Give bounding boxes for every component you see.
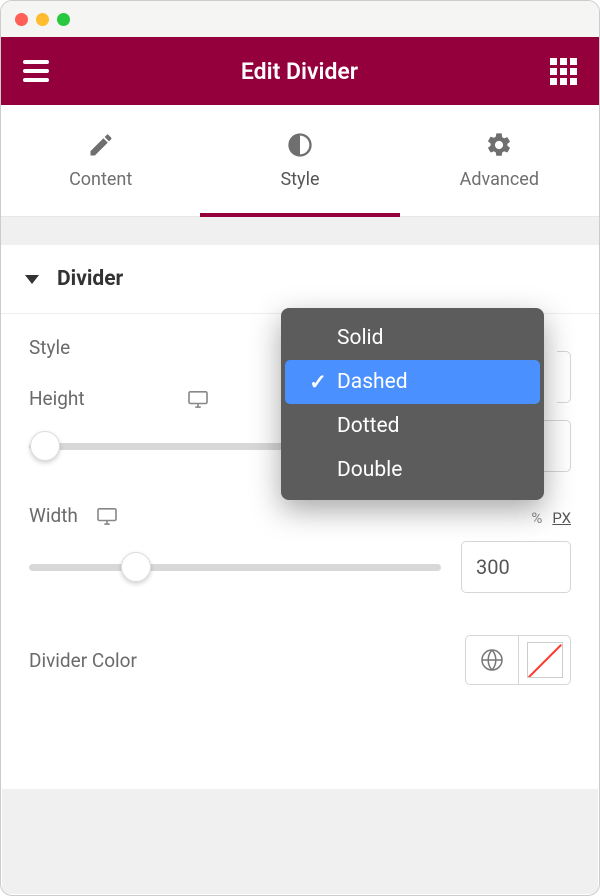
check-icon: ✓ — [307, 370, 329, 395]
editor-header: Edit Divider — [1, 37, 599, 105]
close-window-button[interactable] — [15, 13, 28, 26]
style-dropdown: Solid ✓ Dashed Dotted Double — [281, 308, 544, 500]
style-option-label: Dotted — [337, 414, 399, 438]
window-titlebar — [1, 1, 599, 37]
width-slider[interactable] — [29, 551, 441, 583]
width-row: Width % PX — [29, 504, 571, 527]
maximize-window-button[interactable] — [57, 13, 70, 26]
bottom-spacer — [2, 789, 598, 894]
style-option-double[interactable]: Double — [285, 448, 540, 492]
section-gap — [1, 217, 599, 245]
width-label: Width — [29, 504, 78, 527]
color-swatch-none — [527, 642, 563, 678]
style-select-edge[interactable] — [557, 351, 571, 403]
color-swatch-button[interactable] — [518, 636, 570, 684]
page-title: Edit Divider — [241, 58, 358, 85]
global-color-button[interactable] — [466, 636, 518, 684]
style-option-solid[interactable]: Solid — [285, 316, 540, 360]
style-option-label: Dashed — [337, 370, 408, 394]
contrast-icon — [286, 131, 314, 159]
widgets-grid-button[interactable] — [550, 58, 577, 85]
width-slider-row — [29, 541, 571, 593]
unit-px[interactable]: PX — [552, 509, 571, 527]
gear-icon — [485, 131, 513, 159]
tab-advanced[interactable]: Advanced — [400, 105, 599, 216]
section-divider-header[interactable]: Divider — [1, 245, 599, 314]
tab-style[interactable]: Style — [200, 105, 399, 216]
minimize-window-button[interactable] — [36, 13, 49, 26]
divider-color-controls — [465, 635, 571, 685]
desktop-icon[interactable] — [187, 390, 209, 408]
tab-advanced-label: Advanced — [460, 169, 539, 190]
style-label: Style — [29, 336, 179, 359]
tab-style-label: Style — [280, 169, 319, 190]
style-option-dotted[interactable]: Dotted — [285, 404, 540, 448]
style-option-dashed[interactable]: ✓ Dashed — [285, 360, 540, 404]
editor-window: Edit Divider Content Style Advanced Div — [0, 0, 600, 896]
editor-tabs: Content Style Advanced — [1, 105, 599, 217]
tab-content[interactable]: Content — [1, 105, 200, 216]
pencil-icon — [87, 131, 115, 159]
tab-content-label: Content — [69, 169, 132, 190]
caret-down-icon — [25, 275, 39, 284]
section-title: Divider — [57, 267, 123, 291]
style-option-label: Solid — [337, 326, 384, 350]
height-label: Height — [29, 387, 179, 410]
style-option-label: Double — [337, 458, 402, 482]
desktop-icon[interactable] — [96, 507, 118, 525]
menu-button[interactable] — [23, 60, 49, 82]
divider-color-row: Divider Color — [29, 635, 571, 685]
width-input[interactable] — [461, 541, 571, 593]
unit-percent[interactable]: % — [531, 509, 542, 527]
width-units: % PX — [531, 509, 571, 527]
divider-color-label: Divider Color — [29, 649, 137, 672]
